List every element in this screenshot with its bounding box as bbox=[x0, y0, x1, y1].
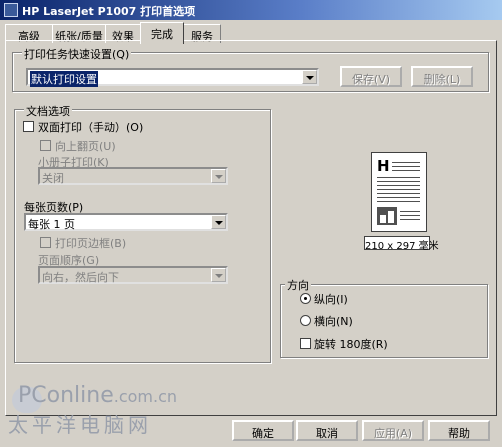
page-order-select[interactable]: 向右，然后向下 bbox=[38, 266, 228, 284]
flip-pages-checkbox[interactable] bbox=[40, 140, 51, 151]
page-order-value: 向右，然后向下 bbox=[42, 271, 119, 284]
save-button[interactable]: 保存(V) bbox=[340, 66, 402, 87]
booklet-value: 关闭 bbox=[42, 172, 64, 185]
title-bar[interactable]: HP LaserJet P1007 打印首选项 bbox=[0, 0, 502, 20]
page-preview: H bbox=[371, 152, 427, 232]
orientation-label: 方向 bbox=[285, 277, 311, 293]
portrait-radio[interactable] bbox=[300, 293, 311, 304]
landscape-radio[interactable] bbox=[300, 315, 311, 326]
landscape-label: 横向(N) bbox=[314, 315, 353, 328]
duplex-checkbox[interactable] bbox=[23, 121, 34, 132]
chevron-down-icon[interactable] bbox=[211, 215, 226, 229]
ok-button[interactable]: 确定 bbox=[232, 420, 294, 441]
duplex-label: 双面打印（手动）(O) bbox=[38, 121, 144, 134]
tab-finishing[interactable]: 完成 bbox=[140, 22, 184, 44]
chevron-down-icon[interactable] bbox=[211, 169, 226, 183]
apply-button[interactable]: 应用(A) bbox=[362, 420, 424, 441]
printer-icon bbox=[4, 3, 18, 17]
pages-per-sheet-value: 每张 1 页 bbox=[28, 218, 75, 231]
paper-size-label: 210 x 297 毫米 bbox=[364, 236, 439, 252]
chevron-down-icon[interactable] bbox=[302, 70, 317, 84]
document-options-group bbox=[14, 109, 271, 363]
cancel-button[interactable]: 取消 bbox=[296, 420, 358, 441]
flip-pages-label: 向上翻页(U) bbox=[55, 140, 116, 153]
delete-button[interactable]: 删除(L) bbox=[411, 66, 473, 87]
brand-cn-name: 太平洋电脑网 bbox=[8, 413, 152, 437]
quick-sets-label: 打印任务快速设置(Q) bbox=[22, 46, 132, 62]
quick-sets-value: 默认打印设置 bbox=[30, 71, 98, 87]
booklet-select[interactable]: 关闭 bbox=[38, 167, 228, 185]
brand-watermark: PConline.com.cn bbox=[18, 383, 177, 408]
document-options-label: 文档选项 bbox=[24, 103, 72, 119]
brand-name: PConline bbox=[18, 383, 114, 408]
window-title: HP LaserJet P1007 打印首选项 bbox=[22, 5, 196, 18]
brand-domain: .com.cn bbox=[113, 387, 178, 406]
print-borders-checkbox[interactable] bbox=[40, 237, 51, 248]
quick-sets-select[interactable]: 默认打印设置 bbox=[26, 68, 319, 87]
print-borders-label: 打印页边框(B) bbox=[55, 237, 127, 250]
rotate-180-checkbox[interactable] bbox=[300, 338, 311, 349]
portrait-label: 纵向(I) bbox=[314, 293, 348, 306]
pages-per-sheet-select[interactable]: 每张 1 页 bbox=[24, 213, 228, 231]
letter-h-icon: H bbox=[377, 157, 390, 175]
help-button[interactable]: 帮助 bbox=[428, 420, 490, 441]
chevron-down-icon[interactable] bbox=[211, 268, 226, 282]
image-placeholder-icon bbox=[377, 207, 397, 225]
rotate-180-label: 旋转 180度(R) bbox=[314, 338, 388, 351]
